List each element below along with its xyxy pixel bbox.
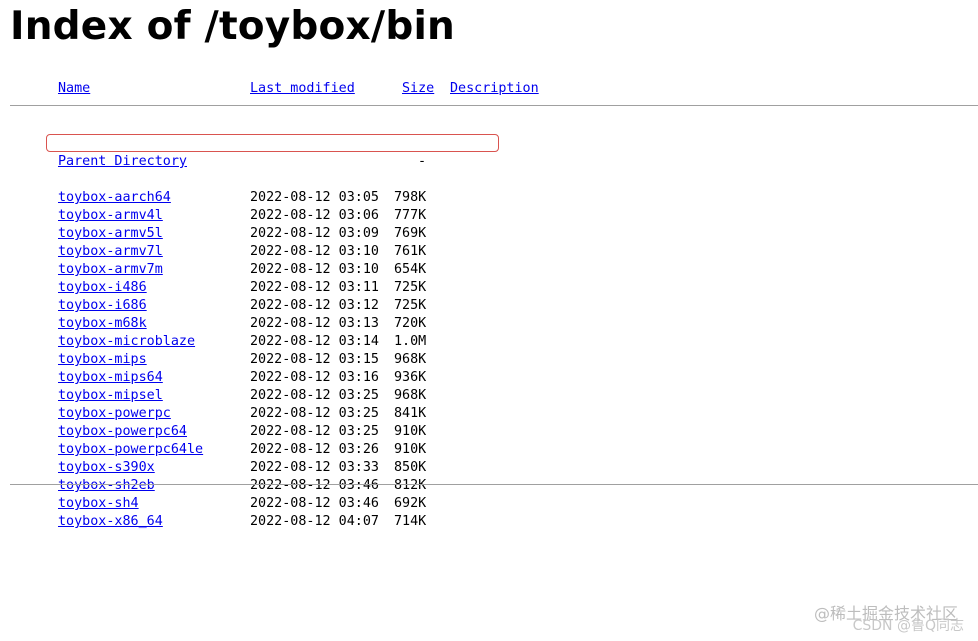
file-last-modified: 2022-08-12 03:06	[250, 208, 379, 223]
table-row: toybox-sh2eb 2022-08-12 03:46 812K	[0, 477, 978, 495]
file-last-modified: 2022-08-12 04:07	[250, 514, 379, 529]
table-row: toybox-sh4 2022-08-12 03:46 692K	[0, 495, 978, 513]
file-link[interactable]: toybox-sh4	[58, 495, 139, 513]
table-row: toybox-mips64 2022-08-12 03:16 936K	[0, 369, 978, 387]
file-last-modified: 2022-08-12 03:10	[250, 244, 379, 259]
table-row: toybox-powerpc 2022-08-12 03:25 841K	[0, 405, 978, 423]
page-title: Index of /toybox/bin	[10, 4, 455, 49]
file-size: 910K	[394, 442, 427, 457]
file-size: 725K	[394, 298, 427, 313]
table-row: toybox-m68k 2022-08-12 03:13 720K	[0, 315, 978, 333]
file-last-modified: 2022-08-12 03:15	[250, 352, 379, 367]
file-link[interactable]: toybox-armv7m	[58, 261, 163, 279]
file-last-modified: 2022-08-12 03:16	[250, 370, 379, 385]
file-last-modified: 2022-08-12 03:46	[250, 496, 379, 511]
file-link[interactable]: toybox-i686	[58, 297, 147, 315]
file-last-modified: 2022-08-12 03:25	[250, 424, 379, 439]
file-link[interactable]: toybox-mips	[58, 351, 147, 369]
table-row: toybox-i686 2022-08-12 03:12 725K	[0, 297, 978, 315]
parent-directory-row: Parent Directory -	[0, 153, 978, 171]
file-size: 841K	[394, 406, 427, 421]
file-link[interactable]: toybox-microblaze	[58, 333, 195, 351]
file-size: 936K	[394, 370, 427, 385]
sort-by-last-modified-link[interactable]: Last modified	[250, 80, 355, 98]
file-size: 850K	[394, 460, 427, 475]
file-size: 798K	[394, 190, 427, 205]
table-row: toybox-mipsel 2022-08-12 03:25 968K	[0, 387, 978, 405]
parent-directory-link[interactable]: Parent Directory	[58, 153, 187, 171]
table-row: toybox-x86_64 2022-08-12 04:07 714K	[0, 513, 978, 531]
file-link[interactable]: toybox-aarch64	[58, 189, 171, 207]
file-last-modified: 2022-08-12 03:13	[250, 316, 379, 331]
table-row: toybox-aarch64 2022-08-12 03:05 798K	[0, 189, 978, 207]
file-last-modified: 2022-08-12 03:14	[250, 334, 379, 349]
file-last-modified: 2022-08-12 03:10	[250, 262, 379, 277]
file-link[interactable]: toybox-mips64	[58, 369, 163, 387]
file-link[interactable]: toybox-s390x	[58, 459, 155, 477]
file-link[interactable]: toybox-sh2eb	[58, 477, 155, 495]
file-last-modified: 2022-08-12 03:46	[250, 478, 379, 493]
watermark-csdn: CSDN @鲁Q同志	[852, 618, 964, 634]
file-link[interactable]: toybox-powerpc64le	[58, 441, 203, 459]
sort-by-name-link[interactable]: Name	[58, 80, 90, 98]
file-link[interactable]: toybox-powerpc	[58, 405, 171, 423]
table-row: toybox-powerpc64 2022-08-12 03:25 910K	[0, 423, 978, 441]
highlight-annotation-box	[46, 134, 499, 152]
file-size: 725K	[394, 280, 427, 295]
sort-by-description-link[interactable]: Description	[450, 80, 539, 98]
file-last-modified: 2022-08-12 03:05	[250, 190, 379, 205]
table-row: toybox-powerpc64le 2022-08-12 03:26 910K	[0, 441, 978, 459]
file-last-modified: 2022-08-12 03:12	[250, 298, 379, 313]
file-last-modified: 2022-08-12 03:33	[250, 460, 379, 475]
file-link[interactable]: toybox-armv4l	[58, 207, 163, 225]
file-last-modified: 2022-08-12 03:25	[250, 388, 379, 403]
file-size: 654K	[394, 262, 427, 277]
file-last-modified: 2022-08-12 03:25	[250, 406, 379, 421]
table-row: toybox-armv4l 2022-08-12 03:06 777K	[0, 207, 978, 225]
file-link[interactable]: toybox-armv5l	[58, 225, 163, 243]
file-last-modified: 2022-08-12 03:09	[250, 226, 379, 241]
file-last-modified: 2022-08-12 03:11	[250, 280, 379, 295]
file-size: 1.0M	[394, 334, 427, 349]
file-link[interactable]: toybox-m68k	[58, 315, 147, 333]
column-header-row: Name Last modified Size Description	[0, 80, 539, 98]
table-row: toybox-microblaze 2022-08-12 03:14 1.0M	[0, 333, 978, 351]
bottom-divider	[10, 484, 978, 485]
file-last-modified: 2022-08-12 03:26	[250, 442, 379, 457]
file-link[interactable]: toybox-powerpc64	[58, 423, 187, 441]
table-row: toybox-s390x 2022-08-12 03:33 850K	[0, 459, 978, 477]
table-row: toybox-armv5l 2022-08-12 03:09 769K	[0, 225, 978, 243]
file-size: 714K	[394, 514, 427, 529]
file-size: 769K	[394, 226, 427, 241]
file-size: 968K	[394, 388, 427, 403]
parent-directory-size: -	[417, 154, 426, 169]
file-size: 692K	[394, 496, 427, 511]
file-link[interactable]: toybox-armv7l	[58, 243, 163, 261]
table-row: toybox-mips 2022-08-12 03:15 968K	[0, 351, 978, 369]
file-size: 812K	[394, 478, 427, 493]
sort-by-size-link[interactable]: Size	[402, 80, 434, 98]
table-row: toybox-armv7m 2022-08-12 03:10 654K	[0, 261, 978, 279]
file-size: 777K	[394, 208, 427, 223]
file-size: 910K	[394, 424, 427, 439]
file-link[interactable]: toybox-x86_64	[58, 513, 163, 531]
top-divider	[10, 105, 978, 106]
file-link[interactable]: toybox-mipsel	[58, 387, 163, 405]
table-row: toybox-i486 2022-08-12 03:11 725K	[0, 279, 978, 297]
file-listing: Parent Directory - toybox-aarch64 2022-08…	[0, 117, 978, 531]
file-size: 761K	[394, 244, 427, 259]
file-size: 720K	[394, 316, 427, 331]
table-row: toybox-armv7l 2022-08-12 03:10 761K	[0, 243, 978, 261]
file-link[interactable]: toybox-i486	[58, 279, 147, 297]
file-size: 968K	[394, 352, 427, 367]
